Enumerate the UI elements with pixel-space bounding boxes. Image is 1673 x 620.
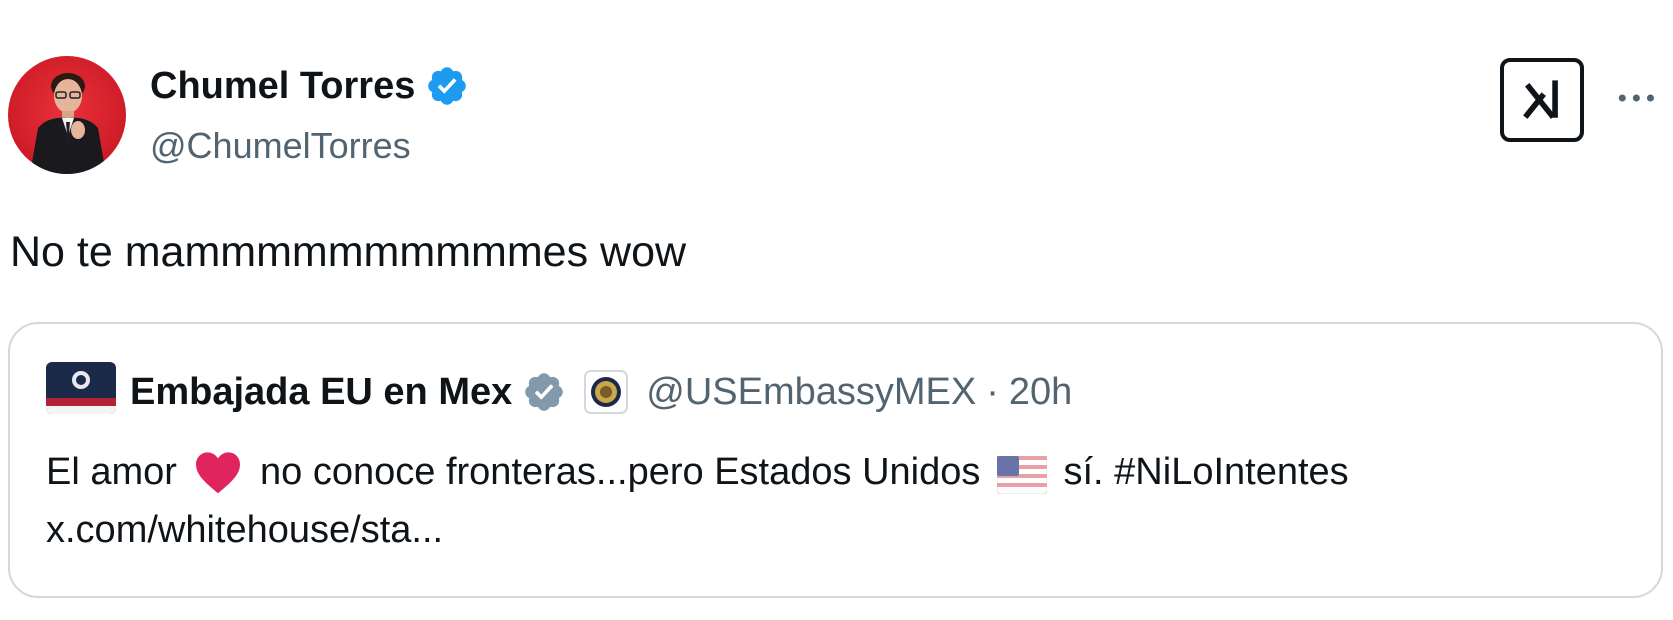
separator-dot: · bbox=[986, 370, 999, 413]
quoted-timestamp[interactable]: 20h bbox=[1009, 371, 1072, 414]
author-display-name[interactable]: Chumel Torres bbox=[150, 64, 415, 108]
tweet-text: No te mammmmmmmmmmes wow bbox=[10, 228, 687, 276]
red-heart-emoji-icon bbox=[193, 450, 243, 510]
us-flag-emoji-icon bbox=[996, 454, 1048, 510]
quoted-text-part2: no conoce fronteras...pero Estados Unido… bbox=[260, 451, 981, 493]
quoted-text-part3: sí. bbox=[1063, 451, 1104, 493]
quoted-author-handle[interactable]: @USEmbassyMEX bbox=[646, 371, 976, 414]
government-seal-icon[interactable] bbox=[584, 370, 629, 414]
verified-government-badge-icon[interactable] bbox=[522, 370, 566, 414]
quoted-tweet-text: El amor no conoce fronteras...pero Estad… bbox=[46, 444, 1349, 510]
author-avatar[interactable] bbox=[8, 56, 126, 174]
hashtag-link[interactable]: #NiLoIntentes bbox=[1114, 451, 1349, 493]
more-options-button[interactable] bbox=[1614, 78, 1664, 118]
grok-button[interactable] bbox=[1500, 58, 1584, 142]
quoted-url-link[interactable]: x.com/whitehouse/sta... bbox=[46, 502, 443, 558]
more-dots-icon bbox=[1618, 94, 1654, 102]
quoted-author-row: Embajada EU en Mex @USEmbassyMEX · 20h bbox=[130, 368, 1072, 416]
quoted-author-name[interactable]: Embajada EU en Mex bbox=[130, 371, 512, 414]
quoted-text-part1: El amor bbox=[46, 451, 177, 493]
embassy-logo-icon bbox=[46, 362, 116, 414]
person-photo-icon bbox=[30, 73, 106, 174]
quoted-author-avatar[interactable] bbox=[46, 362, 116, 414]
verified-badge-icon[interactable] bbox=[425, 64, 469, 108]
grok-icon bbox=[1523, 80, 1558, 119]
quoted-tweet-card[interactable]: Embajada EU en Mex @USEmbassyMEX · 20h E… bbox=[8, 322, 1663, 598]
author-name-row[interactable]: Chumel Torres bbox=[150, 64, 469, 108]
author-handle[interactable]: @ChumelTorres bbox=[150, 124, 411, 168]
